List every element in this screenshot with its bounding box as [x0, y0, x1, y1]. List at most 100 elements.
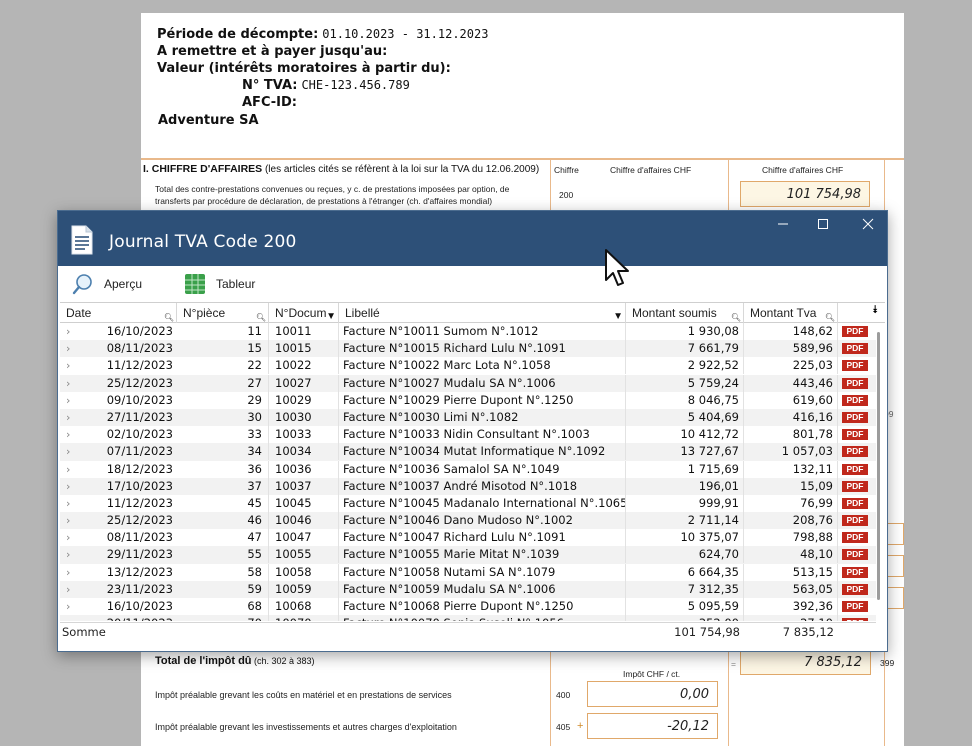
chevron-right-icon[interactable]: › [66, 512, 80, 529]
chevron-right-icon[interactable]: › [66, 615, 80, 621]
chevron-right-icon[interactable]: › [66, 546, 80, 563]
chevron-right-icon[interactable]: › [66, 323, 80, 340]
tableur-button[interactable]: Tableur [184, 272, 255, 296]
cell-date: 13/12/2023 [106, 564, 173, 579]
pdf-icon[interactable]: PDF [842, 343, 868, 355]
col-header-piece-label: N°pièce [183, 306, 226, 320]
afc-line: AFC-ID: [242, 95, 297, 110]
chevron-right-icon[interactable]: › [66, 529, 80, 546]
col-header-piece[interactable]: N°pièce 🔍︎ [177, 303, 269, 323]
line-400-field[interactable]: 0,00 [587, 681, 718, 707]
amount-200-field[interactable]: 101 754,98 [740, 181, 870, 207]
table-row[interactable]: › 25/12/2023 46 10046 Facture N°10046 Dano M… [60, 512, 876, 530]
total-amount-field[interactable]: 7 835,12 [740, 649, 871, 675]
chevron-right-icon[interactable]: › [66, 495, 80, 512]
pdf-icon[interactable]: PDF [842, 429, 868, 441]
window-title: Journal TVA Code 200 [109, 232, 297, 252]
table-row[interactable]: › 08/11/2023 47 10047 Facture N°10047 Richar… [60, 529, 876, 547]
cell-montant: 196,01 [626, 477, 744, 495]
chevron-right-icon[interactable]: › [66, 581, 80, 598]
chevron-right-icon[interactable]: › [66, 426, 80, 443]
window-titlebar[interactable]: Journal TVA Code 200 [58, 211, 887, 266]
pdf-icon[interactable]: PDF [842, 326, 868, 337]
pdf-icon[interactable]: PDF [842, 360, 868, 372]
table-row[interactable]: › 11/12/2023 45 10045 Facture N°10045 Madana… [60, 494, 876, 512]
cell-tva: 76,99 [744, 494, 838, 512]
minimize-button[interactable] [763, 215, 803, 235]
table-row[interactable]: › 13/12/2023 58 10058 Facture N°10058 Nutami… [60, 563, 876, 581]
pdf-icon[interactable]: PDF [842, 394, 868, 406]
pdf-icon[interactable]: PDF [842, 480, 868, 492]
afc-label: AFC-ID: [242, 95, 298, 110]
apercu-button[interactable]: Aperçu [72, 272, 142, 296]
cell-doc: 10059 [269, 580, 339, 598]
sum-label: Somme [62, 625, 106, 639]
table-row[interactable]: › 16/10/2023 68 10068 Facture N°10068 Pierre… [60, 598, 876, 615]
cell-piece: 27 [177, 374, 269, 392]
col-header-libelle-label: Libellé [345, 306, 380, 320]
cell-libelle: Facture N°10027 Mudalu SA N°.1006 [339, 374, 626, 392]
table-row[interactable]: › 27/11/2023 30 10030 Facture N°10030 Limi N… [60, 408, 876, 427]
pdf-icon[interactable]: PDF [842, 566, 868, 578]
cell-libelle: Facture N°10015 Richard Lulu N°.1091 [339, 340, 626, 358]
cell-libelle: Facture N°10033 Nidin Consultant N°.1003 [339, 426, 626, 444]
cell-piece: 70 [177, 615, 269, 621]
chevron-right-icon[interactable]: › [66, 409, 80, 426]
col-header-date[interactable]: Date 🔍︎ [60, 303, 177, 323]
eq-sign: = [731, 659, 736, 669]
col-header-libelle[interactable]: Libellé ▼ [339, 303, 626, 323]
vertical-scrollbar[interactable] [877, 332, 880, 600]
table-row[interactable]: › 08/11/2023 15 10015 Facture N°10015 Richar… [60, 340, 876, 358]
cell-libelle: Facture N°10029 Pierre Dupont N°.1250 [339, 391, 626, 409]
table-row[interactable]: › 16/10/2023 11 10011 Facture N°10011 Sumom … [60, 323, 876, 340]
pdf-icon[interactable]: PDF [842, 618, 868, 621]
cell-piece: 36 [177, 460, 269, 478]
chevron-right-icon[interactable]: › [66, 375, 80, 392]
table-row[interactable]: › 25/12/2023 27 10027 Facture N°10027 Mudalu… [60, 374, 876, 392]
pdf-icon[interactable]: PDF [842, 377, 868, 389]
table-row[interactable]: › 07/11/2023 34 10034 Facture N°10034 Mutat … [60, 443, 876, 461]
table-row[interactable]: › 11/12/2023 22 10022 Facture N°10022 Marc L… [60, 357, 876, 375]
chevron-right-icon[interactable]: › [66, 340, 80, 357]
table-row[interactable]: › 29/11/2023 55 10055 Facture N°10055 Marie … [60, 546, 876, 564]
col-header-doc[interactable]: N°Docum ▼ [269, 303, 339, 323]
pdf-icon[interactable]: PDF [842, 532, 868, 544]
chevron-right-icon[interactable]: › [66, 478, 80, 495]
cell-montant: 7 661,79 [626, 340, 744, 358]
cell-doc: 10070 [269, 615, 339, 621]
maximize-button[interactable] [803, 215, 843, 235]
line-400-label: Impôt préalable grevant les coûts en mat… [155, 690, 452, 700]
chevron-right-icon[interactable]: › [66, 443, 80, 460]
table-row[interactable]: › 02/10/2023 33 10033 Facture N°10033 Nidin … [60, 426, 876, 444]
chevron-double-down-icon[interactable]: ⯯ [872, 304, 879, 317]
col-header-montant[interactable]: Montant soumis 🔍︎ [626, 303, 744, 323]
col-header-tva[interactable]: Montant Tva 🔍︎ [744, 303, 838, 323]
chevron-right-icon[interactable]: › [66, 564, 80, 581]
pdf-icon[interactable]: PDF [842, 497, 868, 509]
cell-piece: 33 [177, 426, 269, 444]
pdf-icon[interactable]: PDF [842, 411, 868, 423]
line-405-field[interactable]: -20,12 [587, 713, 718, 739]
grid-header: Date 🔍︎ N°pièce 🔍︎ N°Docum ▼ Libellé ▼ M… [60, 302, 885, 323]
chevron-right-icon[interactable]: › [66, 357, 80, 374]
table-row[interactable]: › 17/10/2023 37 10037 Facture N°10037 André … [60, 477, 876, 495]
table-row[interactable]: › 18/12/2023 36 10036 Facture N°10036 Samalo… [60, 460, 876, 478]
pdf-icon[interactable]: PDF [842, 515, 868, 527]
pdf-icon[interactable]: PDF [842, 601, 868, 612]
total-impot-label: Total de l'impôt dû (ch. 302 à 383) [155, 655, 315, 667]
chevron-right-icon[interactable]: › [66, 392, 80, 409]
cell-piece: 29 [177, 391, 269, 409]
table-row[interactable]: › 23/11/2023 59 10059 Facture N°10059 Mudalu… [60, 580, 876, 598]
pdf-icon[interactable]: PDF [842, 446, 868, 458]
pdf-icon[interactable]: PDF [842, 583, 868, 595]
cell-piece: 34 [177, 443, 269, 461]
chevron-right-icon[interactable]: › [66, 461, 80, 478]
cell-montant: 13 727,67 [626, 443, 744, 461]
table-row[interactable]: ›20/11/20237010070Facture N°10070 Sonia … [60, 615, 876, 621]
chevron-right-icon[interactable]: › [66, 598, 80, 615]
table-row[interactable]: › 09/10/2023 29 10029 Facture N°10029 Pierre… [60, 391, 876, 409]
pdf-icon[interactable]: PDF [842, 463, 868, 475]
close-button[interactable] [848, 215, 888, 235]
pdf-icon[interactable]: PDF [842, 549, 868, 561]
cell-tva: 801,78 [744, 426, 838, 444]
